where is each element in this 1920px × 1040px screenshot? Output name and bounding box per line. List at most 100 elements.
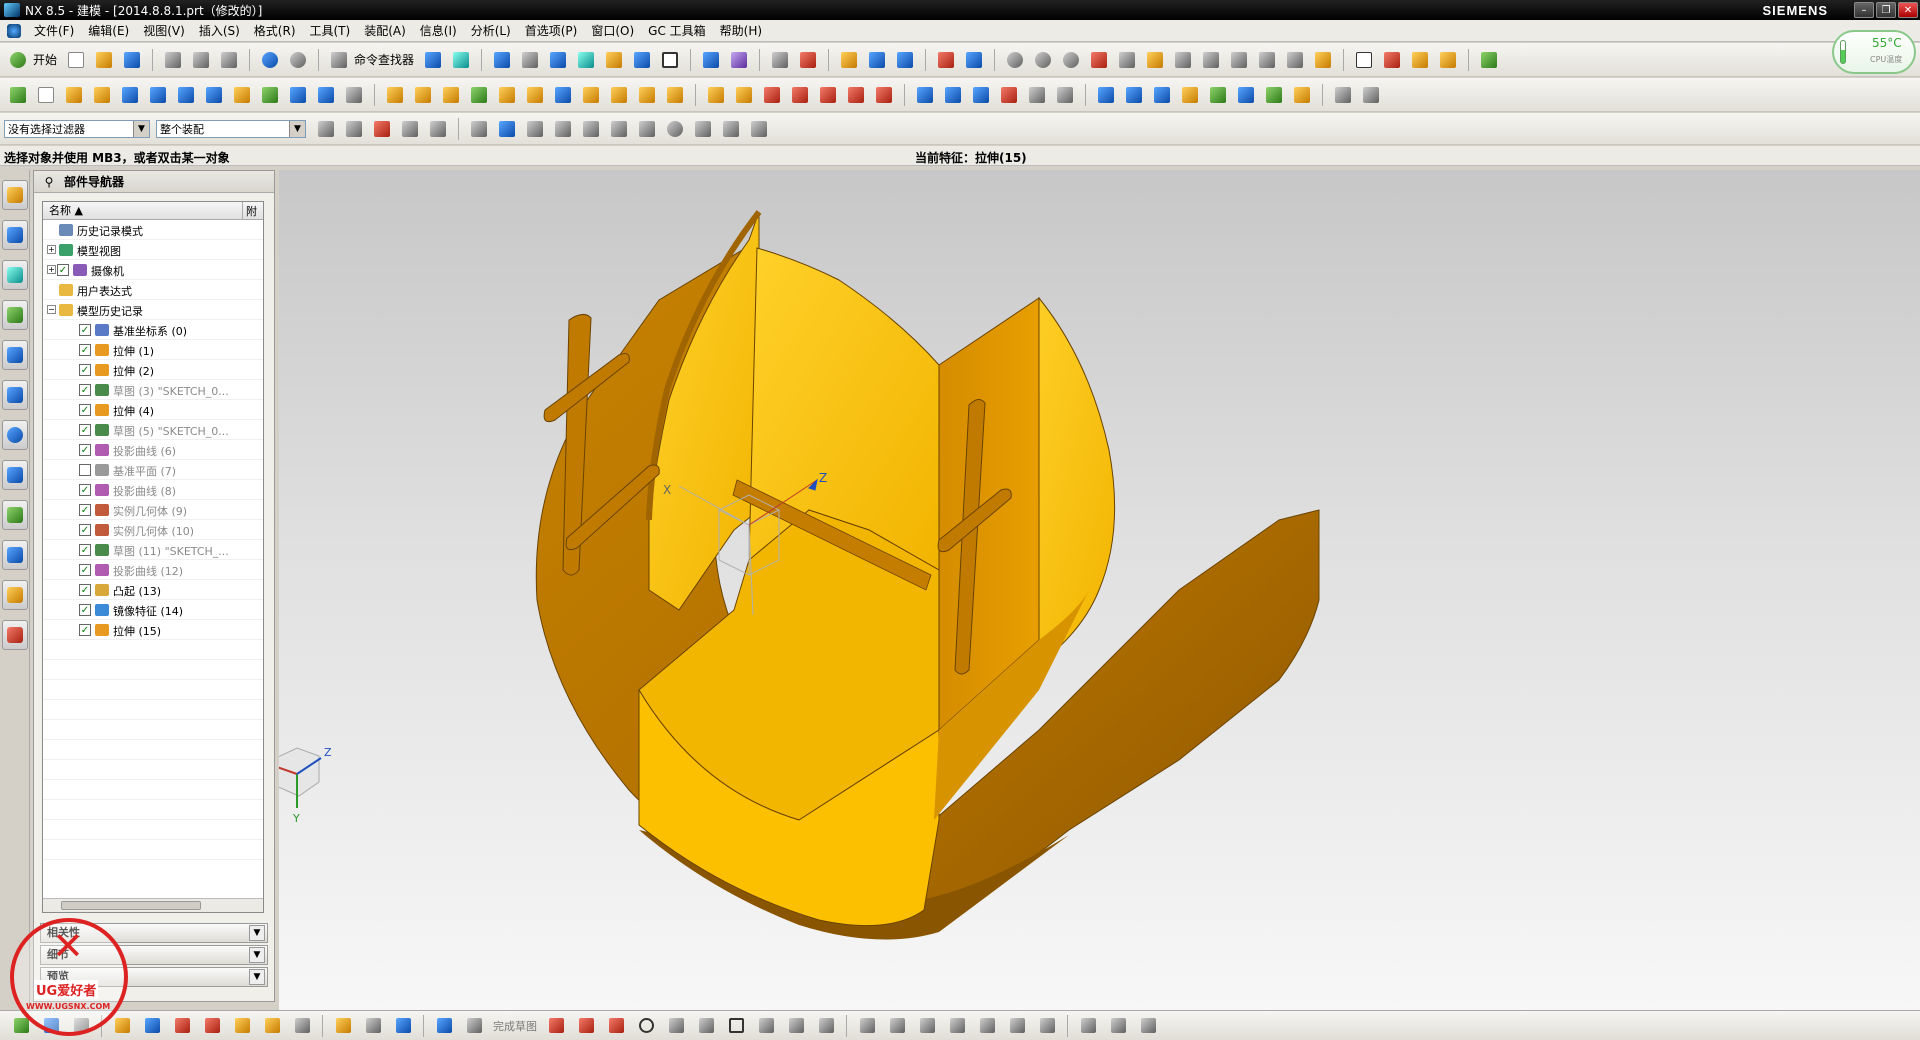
box-icon[interactable] (1284, 49, 1306, 71)
n-sided-icon[interactable] (998, 84, 1020, 106)
measure-angle-icon[interactable] (866, 49, 888, 71)
visibility-checkbox[interactable]: ✓ (79, 364, 91, 376)
offset-curve-icon[interactable] (142, 1016, 162, 1036)
pattern-curve-icon[interactable] (262, 1016, 282, 1036)
image-icon[interactable] (1409, 49, 1431, 71)
new-file-icon[interactable] (65, 49, 87, 71)
edge-blend-icon[interactable] (384, 84, 406, 106)
profile-icon[interactable] (546, 1016, 566, 1036)
texture-icon[interactable] (1088, 49, 1110, 71)
snap-view-icon[interactable] (894, 49, 916, 71)
finish-sketch-button[interactable]: 完成草图 (493, 1018, 537, 1034)
sync-offset-icon[interactable] (761, 84, 783, 106)
tree-node[interactable]: ✓ 拉伸 (2) (43, 360, 263, 380)
roles-icon[interactable] (2, 580, 28, 610)
floor-icon[interactable] (1200, 49, 1222, 71)
menu-item-7[interactable]: 信息(I) (413, 20, 464, 42)
mirror-icon[interactable] (608, 84, 630, 106)
chevron-down-icon[interactable]: ▼ (289, 120, 305, 137)
wcs-icon[interactable] (797, 49, 819, 71)
rect-select-icon[interactable] (427, 118, 449, 140)
tree-node[interactable]: ✓ 投影曲线 (6) (43, 440, 263, 460)
visibility-checkbox[interactable]: ✓ (79, 524, 91, 536)
snap-point-icon[interactable] (524, 118, 546, 140)
blank-sheet-icon[interactable] (35, 84, 57, 106)
snap-quadrant-icon[interactable] (692, 118, 714, 140)
snap-intersect-icon[interactable] (636, 118, 658, 140)
swept-icon[interactable] (970, 84, 992, 106)
cut-icon[interactable] (162, 49, 184, 71)
constraint-icon[interactable] (1235, 84, 1257, 106)
scroll-thumb[interactable] (61, 901, 201, 910)
view-orient-icon[interactable] (575, 49, 597, 71)
expand-toggle-icon[interactable]: + (47, 245, 56, 254)
start-menu-label[interactable]: 开始 (33, 51, 57, 68)
chamfer-icon[interactable] (412, 84, 434, 106)
thicken-icon[interactable] (636, 84, 658, 106)
process-studio-icon[interactable] (2, 500, 28, 530)
rectangle-icon[interactable] (726, 1016, 746, 1036)
redo-icon[interactable] (287, 49, 309, 71)
datum-plane-icon[interactable] (700, 49, 722, 71)
tree-node[interactable]: ✓ 拉伸 (15) (43, 620, 263, 640)
triangle-icon[interactable] (1353, 49, 1375, 71)
dots-grid-icon[interactable] (1256, 49, 1278, 71)
solid-select-icon[interactable] (496, 118, 518, 140)
menu-item-6[interactable]: 装配(A) (357, 20, 413, 42)
stack-icon[interactable] (1123, 84, 1145, 106)
gears-icon[interactable] (1437, 49, 1459, 71)
feature-select-icon[interactable] (343, 118, 365, 140)
tree-node[interactable]: ✓ 草图 (3) "SKETCH_0... (43, 380, 263, 400)
trim-body-icon[interactable] (496, 84, 518, 106)
tree-node[interactable]: ✓ 草图 (5) "SKETCH_0... (43, 420, 263, 440)
part-body[interactable] (535, 210, 1324, 940)
quick-trim-icon[interactable] (857, 1016, 877, 1036)
line-icon[interactable] (576, 1016, 596, 1036)
visibility-checkbox[interactable]: ✓ (79, 584, 91, 596)
manufacturing-wizard-icon[interactable] (2, 540, 28, 570)
visibility-checkbox[interactable]: ✓ (79, 384, 91, 396)
curve-network-icon[interactable] (1026, 84, 1048, 106)
tree-node[interactable]: ✓ 拉伸 (4) (43, 400, 263, 420)
tree-node[interactable]: 用户表达式 (43, 280, 263, 300)
snap-end-icon[interactable] (552, 118, 574, 140)
label-icon[interactable] (1179, 84, 1201, 106)
web-browser-icon[interactable] (2, 380, 28, 410)
background-icon[interactable] (659, 49, 681, 71)
snap-mid-icon[interactable] (580, 118, 602, 140)
project-curve-icon[interactable] (112, 1016, 132, 1036)
visibility-checkbox[interactable]: ✓ (79, 564, 91, 576)
display-wcs-icon[interactable] (1138, 1016, 1158, 1036)
pattern-icon[interactable] (1116, 49, 1138, 71)
surface-icon[interactable] (914, 84, 936, 106)
draft-icon[interactable] (440, 84, 462, 106)
assembly-icon[interactable] (1095, 84, 1117, 106)
visibility-checkbox[interactable]: ✓ (79, 324, 91, 336)
tree-node[interactable]: 基准平面 (7) (43, 460, 263, 480)
visibility-checkbox[interactable]: ✓ (79, 544, 91, 556)
menu-item-8[interactable]: 分析(L) (464, 20, 518, 42)
explode-icon[interactable] (1291, 84, 1313, 106)
visibility-checkbox[interactable]: ✓ (79, 444, 91, 456)
command-finder-button[interactable]: 命令查找器 (354, 51, 414, 68)
part-navigator-icon[interactable] (2, 260, 28, 290)
point-icon[interactable] (786, 1016, 806, 1036)
spline-icon[interactable] (816, 1016, 836, 1036)
derived-line-icon[interactable] (232, 1016, 252, 1036)
undo-icon[interactable] (259, 49, 281, 71)
fit-view-icon[interactable] (491, 49, 513, 71)
animate-dimension-icon[interactable] (1037, 1016, 1057, 1036)
snap-center-icon[interactable] (664, 118, 686, 140)
snap-on-curve-icon[interactable] (720, 118, 742, 140)
visibility-checkbox[interactable]: ✓ (79, 624, 91, 636)
table-icon[interactable] (1381, 49, 1403, 71)
boss-icon[interactable] (343, 84, 365, 106)
analysis-icon[interactable] (1332, 84, 1354, 106)
tree-node[interactable]: ✓ 投影曲线 (8) (43, 480, 263, 500)
quick-extend-icon[interactable] (887, 1016, 907, 1036)
chevron-down-icon[interactable]: ▼ (249, 947, 265, 963)
datum-axis-icon[interactable] (728, 49, 750, 71)
intersect-icon[interactable] (287, 84, 309, 106)
wcs-dynamic-icon[interactable] (1078, 1016, 1098, 1036)
shell-icon[interactable] (468, 84, 490, 106)
